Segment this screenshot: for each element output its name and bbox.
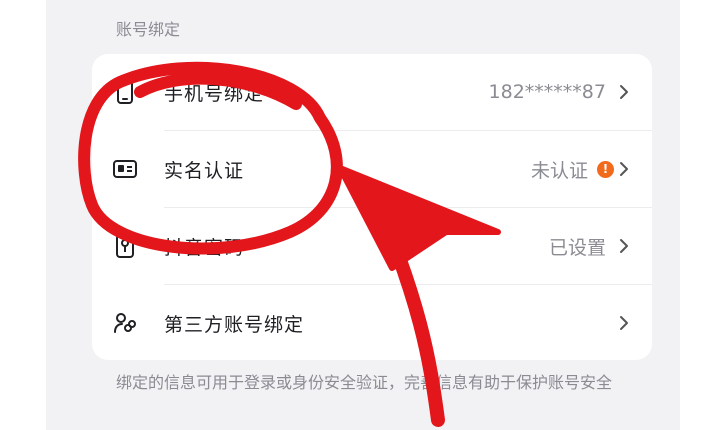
real-name-verification-row[interactable]: 实名认证 未认证 ! bbox=[92, 131, 652, 207]
id-card-icon bbox=[113, 160, 137, 178]
phone-binding-row[interactable]: 手机号绑定 182******87 bbox=[92, 54, 652, 130]
section-title: 账号绑定 bbox=[116, 20, 181, 39]
real-name-verification-label: 实名认证 bbox=[164, 159, 245, 182]
right-margin bbox=[680, 0, 726, 430]
chevron-right-icon bbox=[620, 239, 628, 253]
account-binding-card: 手机号绑定 182******87 实名认证 未认证 ! 抖音密码 已设置 第三… bbox=[92, 54, 652, 360]
phone-number-value: 182******87 bbox=[488, 81, 606, 103]
key-icon bbox=[116, 234, 134, 258]
binding-footnote: 绑定的信息可用于登录或身份安全验证，完善信息有助于保护账号安全 bbox=[116, 373, 613, 392]
warning-badge: ! bbox=[597, 160, 614, 178]
link-icon bbox=[114, 313, 136, 333]
password-row[interactable]: 抖音密码 已设置 bbox=[92, 208, 652, 284]
verification-status: 未认证 bbox=[530, 159, 588, 182]
phone-icon bbox=[117, 80, 133, 104]
chevron-right-icon bbox=[620, 162, 628, 176]
password-label: 抖音密码 bbox=[164, 236, 245, 259]
third-party-binding-row[interactable]: 第三方账号绑定 bbox=[92, 285, 652, 361]
phone-binding-label: 手机号绑定 bbox=[164, 82, 265, 105]
left-margin bbox=[0, 0, 46, 430]
password-status: 已设置 bbox=[548, 236, 606, 259]
third-party-binding-label: 第三方账号绑定 bbox=[164, 313, 305, 336]
chevron-right-icon bbox=[620, 316, 628, 330]
chevron-right-icon bbox=[620, 85, 628, 99]
